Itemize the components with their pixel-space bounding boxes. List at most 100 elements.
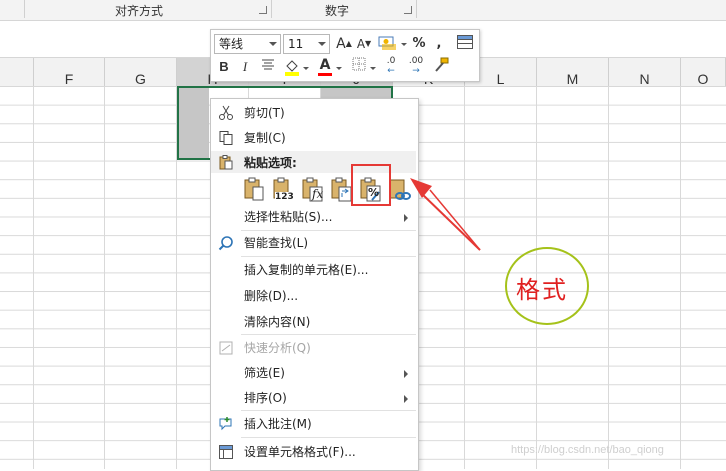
border-icon <box>352 57 366 71</box>
menu-item-cut[interactable]: 剪切(T) <box>211 101 416 125</box>
ribbon-group-number-label: 数字 <box>325 4 350 18</box>
italic-button[interactable]: I <box>239 57 251 77</box>
increase-decimal-button[interactable]: .0 ← <box>381 56 401 76</box>
menu-separator <box>241 410 416 411</box>
column-header-f[interactable]: F <box>34 58 105 87</box>
center-align-button[interactable] <box>260 57 276 77</box>
chevron-down-icon <box>318 42 326 46</box>
menu-item-label: 插入复制的单元格(E)... <box>244 263 369 277</box>
copy-icon <box>219 131 233 145</box>
menu-item-clear-contents[interactable]: 清除内容(N) <box>211 310 416 334</box>
format-cells-icon <box>219 445 233 459</box>
menu-item-label: 复制(C) <box>244 131 286 145</box>
menu-item-quick-analysis: 快速分析(Q) <box>211 336 416 360</box>
menu-item-filter[interactable]: 筛选(E) <box>211 361 416 385</box>
increase-font-button[interactable]: A▲ <box>335 34 353 54</box>
menu-item-insert-copied-cells[interactable]: 插入复制的单元格(E)... <box>211 258 416 282</box>
chevron-down-icon[interactable] <box>370 67 376 70</box>
column-header-g[interactable]: G <box>105 58 177 87</box>
align-center-icon <box>262 59 274 70</box>
group-separator <box>416 0 417 18</box>
menu-item-label: 删除(D)... <box>244 289 299 303</box>
paste-values-label: 123 <box>275 192 294 202</box>
table-format-icon <box>457 35 473 49</box>
clipboard-icon <box>219 155 233 170</box>
format-table-button[interactable] <box>455 34 475 54</box>
menu-item-label: 排序(O) <box>244 391 287 405</box>
quick-analysis-icon <box>219 341 233 355</box>
number-dialog-launcher[interactable] <box>404 6 412 14</box>
group-separator <box>271 0 272 18</box>
bold-button[interactable]: B <box>217 57 231 77</box>
alignment-dialog-launcher[interactable] <box>259 6 267 14</box>
menu-item-label: 筛选(E) <box>244 366 285 380</box>
ribbon-group-alignment-label: 对齐方式 <box>115 4 164 18</box>
font-color-swatch <box>318 73 332 76</box>
chevron-right-icon <box>404 370 408 378</box>
chevron-down-icon[interactable] <box>303 67 309 70</box>
percent-style-button[interactable]: % <box>411 34 427 54</box>
font-size-value: 11 <box>288 37 304 51</box>
borders-button[interactable] <box>351 57 367 77</box>
chevron-right-icon <box>404 395 408 403</box>
paste-option-values[interactable]: 123 <box>271 176 297 204</box>
gridline <box>104 86 105 469</box>
menu-item-label: 设置单元格格式(F)... <box>244 445 356 459</box>
grow-font-icon: A <box>336 36 346 52</box>
group-separator <box>24 0 25 18</box>
paste-icon <box>244 177 264 201</box>
menu-separator <box>241 334 416 335</box>
annotation-arrow-icon <box>410 178 481 251</box>
font-color-icon: A <box>319 57 331 73</box>
chevron-down-icon[interactable] <box>336 67 342 70</box>
shrink-font-icon: A <box>356 37 366 51</box>
column-header-o[interactable]: O <box>681 58 726 87</box>
menu-item-copy[interactable]: 复制(C) <box>211 126 416 150</box>
font-size-select[interactable]: 11 <box>283 34 330 54</box>
gridline <box>464 86 465 469</box>
font-name-value: 等线 <box>219 37 244 51</box>
annotation-label: 格式 <box>516 276 568 304</box>
paint-bucket-icon <box>285 60 299 76</box>
menu-item-label: 清除内容(N) <box>244 315 311 329</box>
watermark: https://blog.csdn.net/bao_qiong <box>511 444 664 456</box>
decrease-decimal-button[interactable]: .00 → <box>405 56 427 76</box>
menu-item-format-cells[interactable]: 设置单元格格式(F)... <box>211 440 416 464</box>
paste-option-paste[interactable] <box>242 176 268 204</box>
select-all-corner[interactable] <box>0 58 34 86</box>
comment-icon <box>219 417 232 431</box>
menu-item-delete[interactable]: 删除(D)... <box>211 284 416 308</box>
chevron-down-icon[interactable] <box>401 43 407 46</box>
increase-decimal-icon: .0 <box>386 56 396 66</box>
menu-item-label: 剪切(T) <box>244 106 285 120</box>
decrease-decimal-icon: .00 <box>408 56 424 66</box>
context-menu: 剪切(T) 复制(C) 粘贴选项: 123 fx % 选择性粘贴(S)... 智… <box>210 98 419 471</box>
gridline <box>680 86 681 469</box>
paste-formulas-label: fx <box>312 187 324 201</box>
mini-toolbar: 等线 11 A▲ A▼ % , B I A .0 ← .00 → <box>210 29 480 82</box>
comma-style-button[interactable]: , <box>433 34 445 54</box>
font-name-select[interactable]: 等线 <box>214 34 281 54</box>
accounting-format-button[interactable] <box>376 34 400 54</box>
chevron-down-icon <box>269 42 277 46</box>
decrease-font-button[interactable]: A▼ <box>355 34 373 54</box>
accounting-icon <box>378 36 396 50</box>
scissors-icon <box>219 105 233 120</box>
menu-item-label: 快速分析(Q) <box>244 341 311 355</box>
column-header-m[interactable]: M <box>537 58 609 87</box>
gridline <box>608 86 609 469</box>
gridline <box>33 86 34 469</box>
menu-item-label: 选择性粘贴(S)... <box>244 210 333 224</box>
menu-item-label: 插入批注(M) <box>244 417 312 431</box>
format-painter-button[interactable] <box>431 56 451 76</box>
paste-option-formulas[interactable]: fx <box>300 176 326 204</box>
column-header-n[interactable]: N <box>609 58 681 87</box>
ribbon-group-bar: 对齐方式 数字 <box>0 0 726 21</box>
format-painter-icon <box>435 57 449 72</box>
menu-separator <box>241 437 416 438</box>
font-color-button[interactable]: A <box>317 55 333 76</box>
fill-color-button[interactable] <box>283 57 301 77</box>
menu-item-label: 智能查找(L) <box>244 236 309 250</box>
menu-item-sort[interactable]: 排序(O) <box>211 386 416 410</box>
menu-item-insert-comment[interactable]: 插入批注(M) <box>211 412 416 436</box>
